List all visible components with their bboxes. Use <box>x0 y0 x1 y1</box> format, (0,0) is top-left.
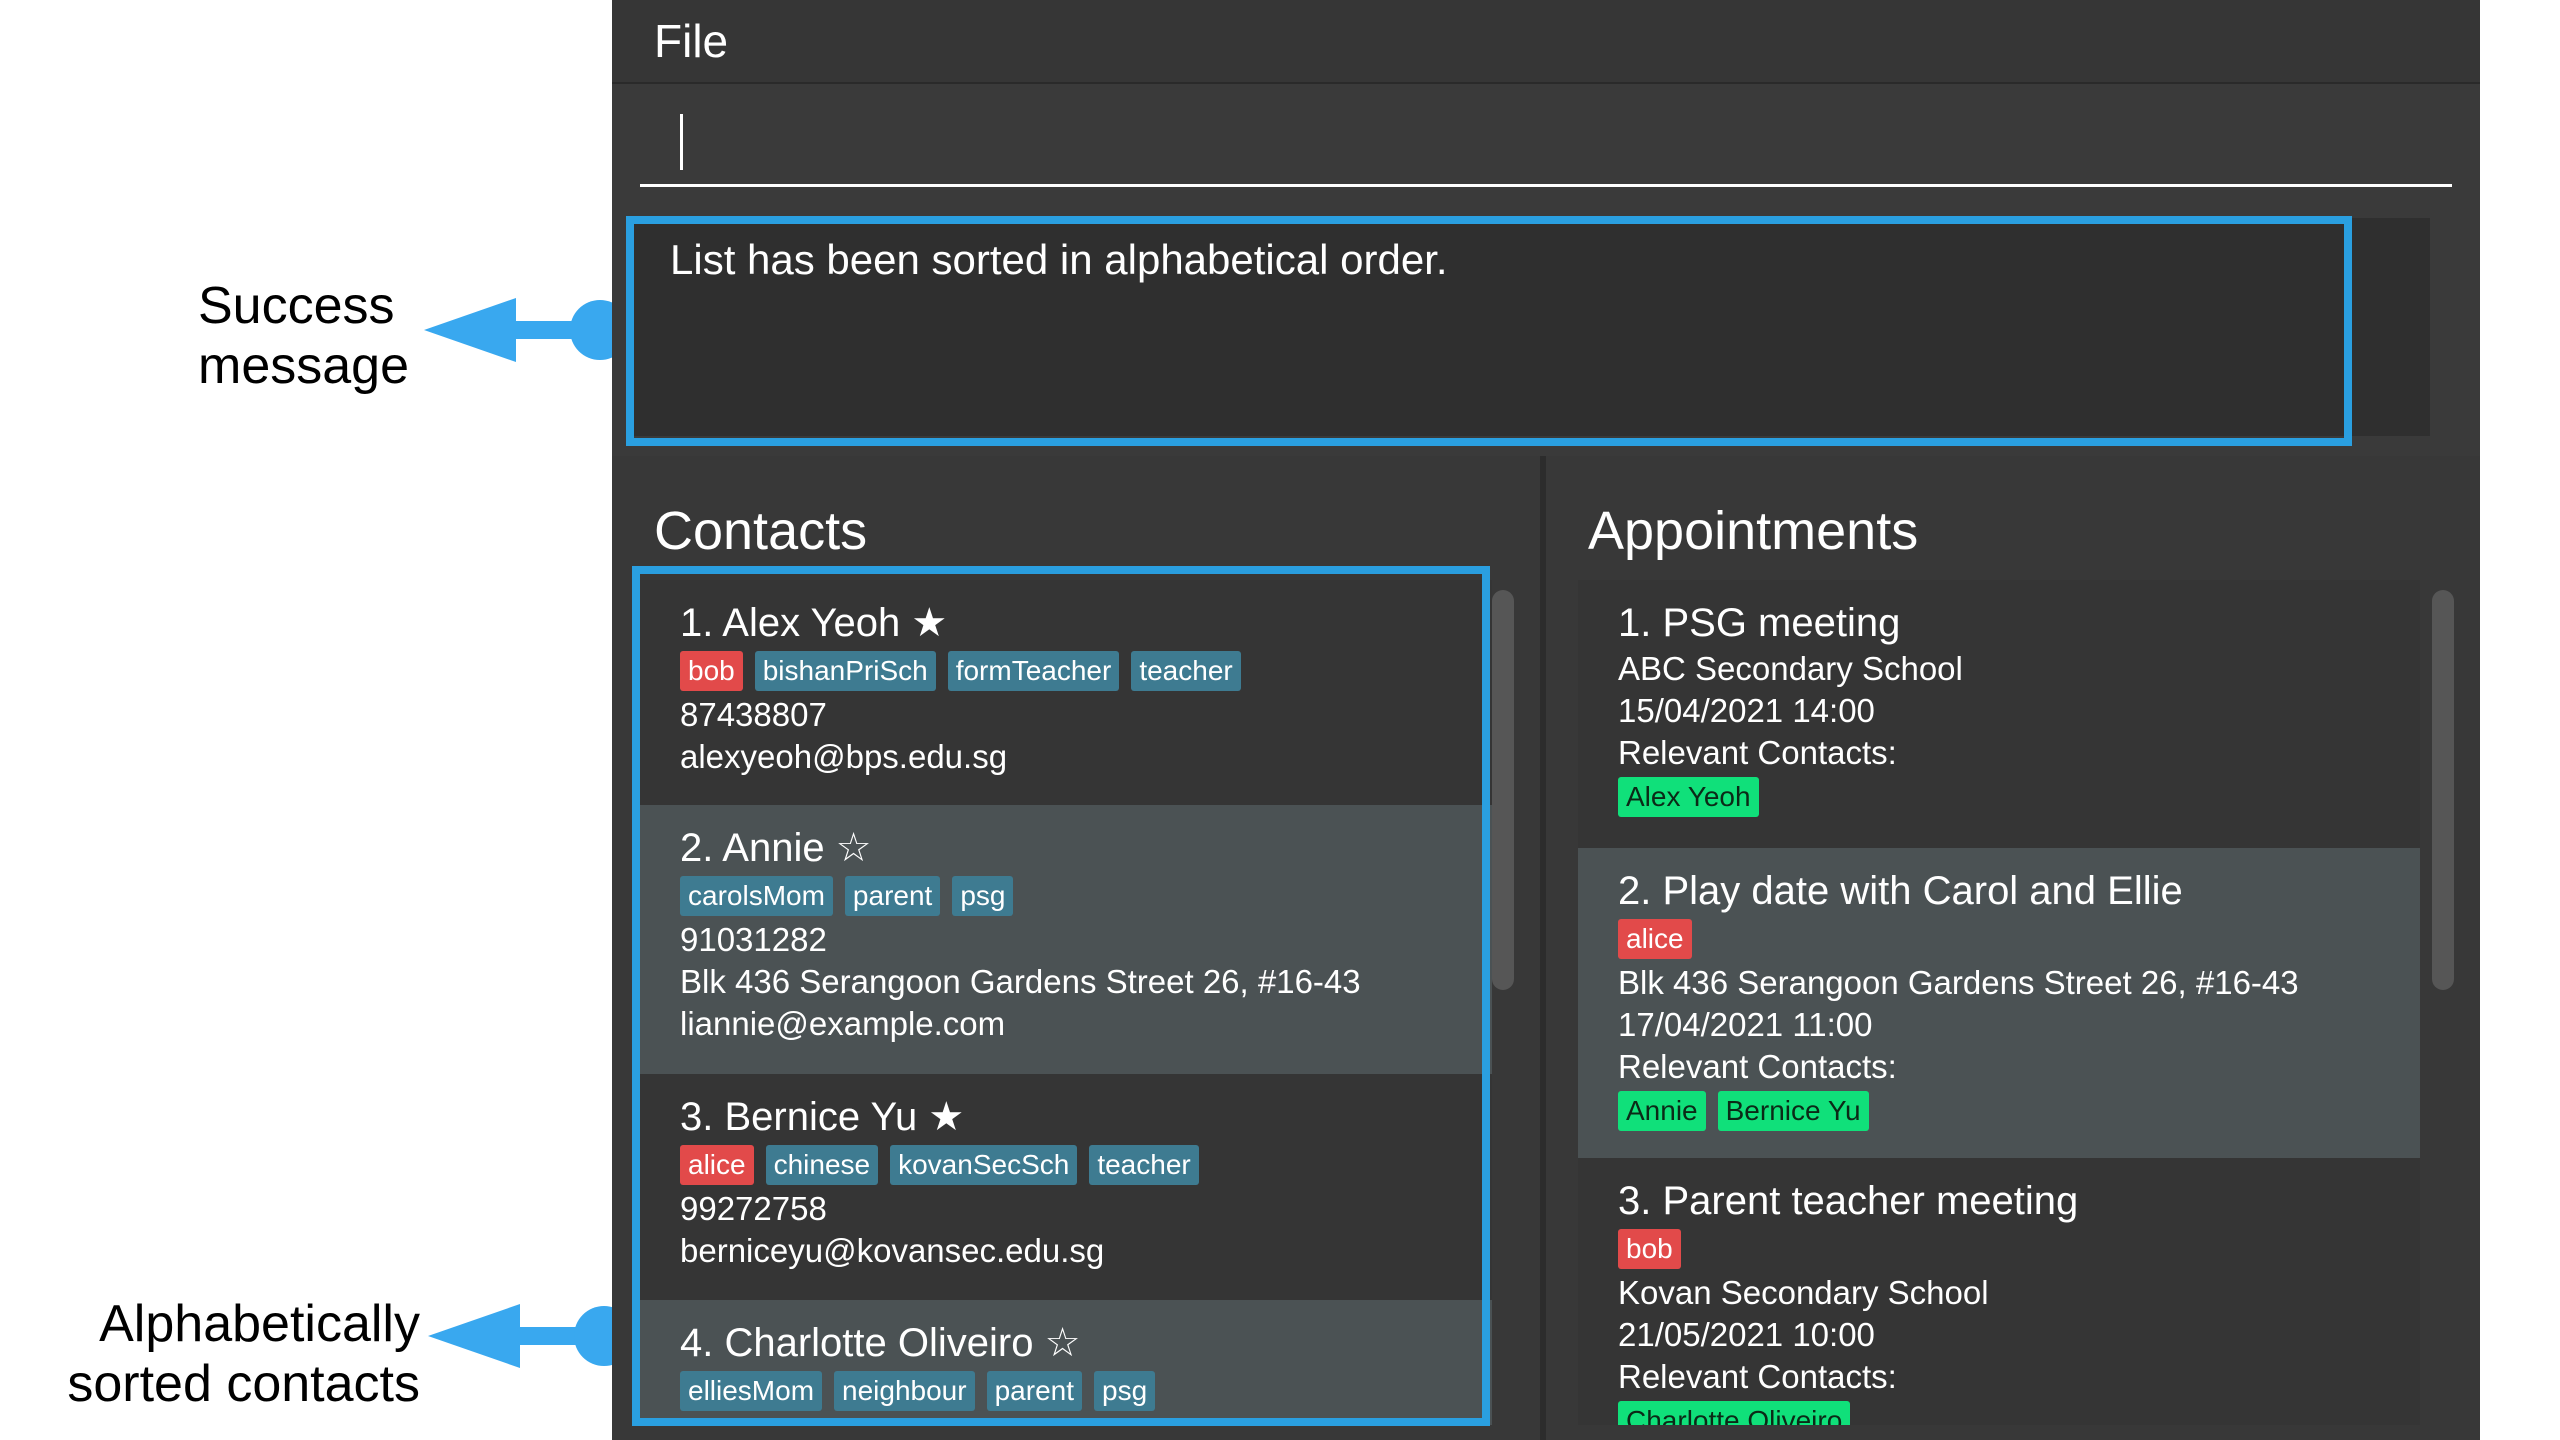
appointment-detail: 21/05/2021 10:00 <box>1618 1316 1875 1353</box>
appointments-title: Appointments <box>1588 501 1919 561</box>
contacts-scrollbar[interactable] <box>1492 590 1514 990</box>
appointments-pane: Appointments 1. PSG meeting ABC Secondary… <box>1546 456 2480 1440</box>
appointment-detail: Kovan Secondary School <box>1618 1274 1989 1311</box>
appointment-detail: Relevant Contacts: <box>1618 1358 1897 1395</box>
callout-line: Alphabetically sorted contacts <box>67 1295 420 1413</box>
appointment-card[interactable]: 3. Parent teacher meeting bob Kovan Second… <box>1578 1158 2420 1425</box>
tag-label: bob <box>1618 1229 1681 1269</box>
sorted-highlight-box <box>632 566 1490 1426</box>
appointment-title: 1. PSG meeting <box>1618 601 1901 645</box>
contact-chip: Bernice Yu <box>1717 1091 1869 1131</box>
tag-label: alice <box>1618 919 1692 959</box>
sorted-arrow <box>428 1304 634 1368</box>
appointments-list[interactable]: 1. PSG meeting ABC Secondary School 15/04/… <box>1578 580 2420 1425</box>
contact-chip: Alex Yeoh <box>1618 777 1759 817</box>
callout-line: Success message <box>198 277 409 395</box>
appointments-scrollbar[interactable] <box>2432 590 2454 990</box>
appointment-detail: 15/04/2021 14:00 <box>1618 692 1875 729</box>
menu-bar: File <box>612 0 2480 84</box>
menu-file[interactable]: File <box>654 14 728 68</box>
appointment-card[interactable]: 1. PSG meeting ABC Secondary School 15/04/… <box>1578 580 2420 848</box>
contact-chip: Charlotte Oliveiro <box>1618 1401 1851 1425</box>
success-arrow <box>424 298 630 362</box>
appointment-detail: Relevant Contacts: <box>1618 734 1897 771</box>
appointment-detail: ABC Secondary School <box>1618 650 1963 687</box>
success-highlight-box <box>626 216 2352 446</box>
text-caret <box>680 114 683 170</box>
appointment-detail: Relevant Contacts: <box>1618 1048 1897 1085</box>
relevant-contacts: Charlotte Oliveiro <box>1618 1398 2420 1425</box>
contacts-title: Contacts <box>654 501 868 561</box>
relevant-contacts: Annie Bernice Yu <box>1618 1088 2420 1134</box>
appointment-title: 2. Play date with Carol and Ellie <box>1618 869 2183 913</box>
appointment-card[interactable]: 2. Play date with Carol and Ellie alice Bl… <box>1578 848 2420 1158</box>
appointment-tags: bob <box>1618 1226 2420 1272</box>
command-input[interactable] <box>640 96 2452 187</box>
relevant-contacts: Alex Yeoh <box>1618 774 2420 820</box>
sorted-contacts-callout: Alphabetically sorted contacts <box>60 1294 420 1414</box>
appointment-detail: Blk 436 Serangoon Gardens Street 26, #16… <box>1618 964 2299 1001</box>
success-message-callout: Success message <box>198 276 438 396</box>
appointment-title: 3. Parent teacher meeting <box>1618 1179 2079 1223</box>
appointment-tags: alice <box>1618 916 2420 962</box>
contact-chip: Annie <box>1618 1091 1706 1131</box>
app-window: File List has been sorted in alphabetica… <box>612 0 2480 1440</box>
appointment-detail: 17/04/2021 11:00 <box>1618 1006 1873 1043</box>
